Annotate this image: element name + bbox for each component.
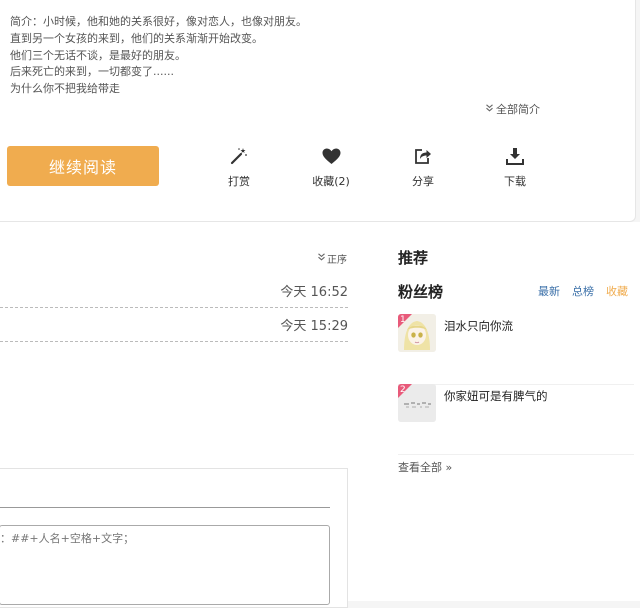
double-chevron-down-icon (486, 103, 493, 115)
download-icon (480, 146, 550, 166)
recommend-title: 推荐 (398, 249, 429, 267)
fans-ranking-title: 粉丝榜 (398, 283, 444, 301)
fan-name: 你家妞可是有脾气的 (444, 389, 548, 403)
favorite-button[interactable]: 收藏(2) (296, 146, 366, 189)
reward-button[interactable]: 打赏 (204, 146, 274, 189)
reward-label: 打赏 (228, 175, 250, 188)
tab-latest[interactable]: 最新 (538, 283, 560, 299)
fan-list-item[interactable]: 2 你家妞可是有脾气的 (398, 384, 634, 455)
chapter-update-time: 今天 16:52 (280, 285, 348, 300)
tab-favorites[interactable]: 收藏 (606, 283, 628, 299)
chapter-update-time: 今天 15:29 (280, 319, 348, 334)
download-label: 下载 (504, 175, 526, 188)
book-intro: 简介：小时候，他和她的关系很好，像对恋人，也像对朋友。 直到另一个女孩的来到，他… (10, 14, 307, 98)
avatar: 1 (398, 314, 436, 352)
avatar: 2 (398, 384, 436, 422)
expand-intro-toggle[interactable]: 全部简介 (486, 101, 540, 117)
fans-ranking-tabs: 最新 总榜 收藏 (538, 283, 628, 299)
download-button[interactable]: 下载 (480, 146, 550, 189)
expand-intro-label: 全部简介 (496, 103, 540, 116)
tab-overall[interactable]: 总榜 (572, 283, 594, 299)
intro-line: 直到另一个女孩的来到，他们的关系渐渐开始改变。 (10, 31, 263, 45)
share-icon (388, 146, 458, 166)
fan-list-item[interactable]: 1 泪水只向你流 (398, 314, 634, 385)
intro-line: 他们三个无话不谈，是最好的朋友。 (10, 48, 186, 62)
continue-reading-button[interactable]: 继续阅读 (7, 146, 159, 186)
fan-name: 泪水只向你流 (444, 319, 513, 333)
magic-wand-icon (204, 146, 274, 166)
comment-divider (0, 507, 330, 508)
favorite-label: 收藏(2) (312, 175, 350, 188)
intro-line: 为什么你不把我给带走 (10, 82, 120, 96)
share-label: 分享 (412, 175, 434, 188)
intro-line: 后来死亡的来到，一切都变了...... (10, 65, 174, 79)
sort-order-toggle[interactable]: 正序 (318, 251, 347, 266)
comment-input[interactable] (0, 525, 330, 605)
chapter-row[interactable]: 今天 15:29 (0, 312, 348, 342)
share-button[interactable]: 分享 (388, 146, 458, 189)
double-chevron-down-icon (318, 253, 325, 264)
chapter-row[interactable]: 今天 16:52 (0, 278, 348, 308)
sort-order-label: 正序 (327, 255, 347, 266)
view-all-link[interactable]: 查看全部 » (398, 459, 452, 475)
intro-line: 简介：小时候，他和她的关系很好，像对恋人，也像对朋友。 (10, 15, 307, 28)
heart-icon (296, 146, 366, 166)
